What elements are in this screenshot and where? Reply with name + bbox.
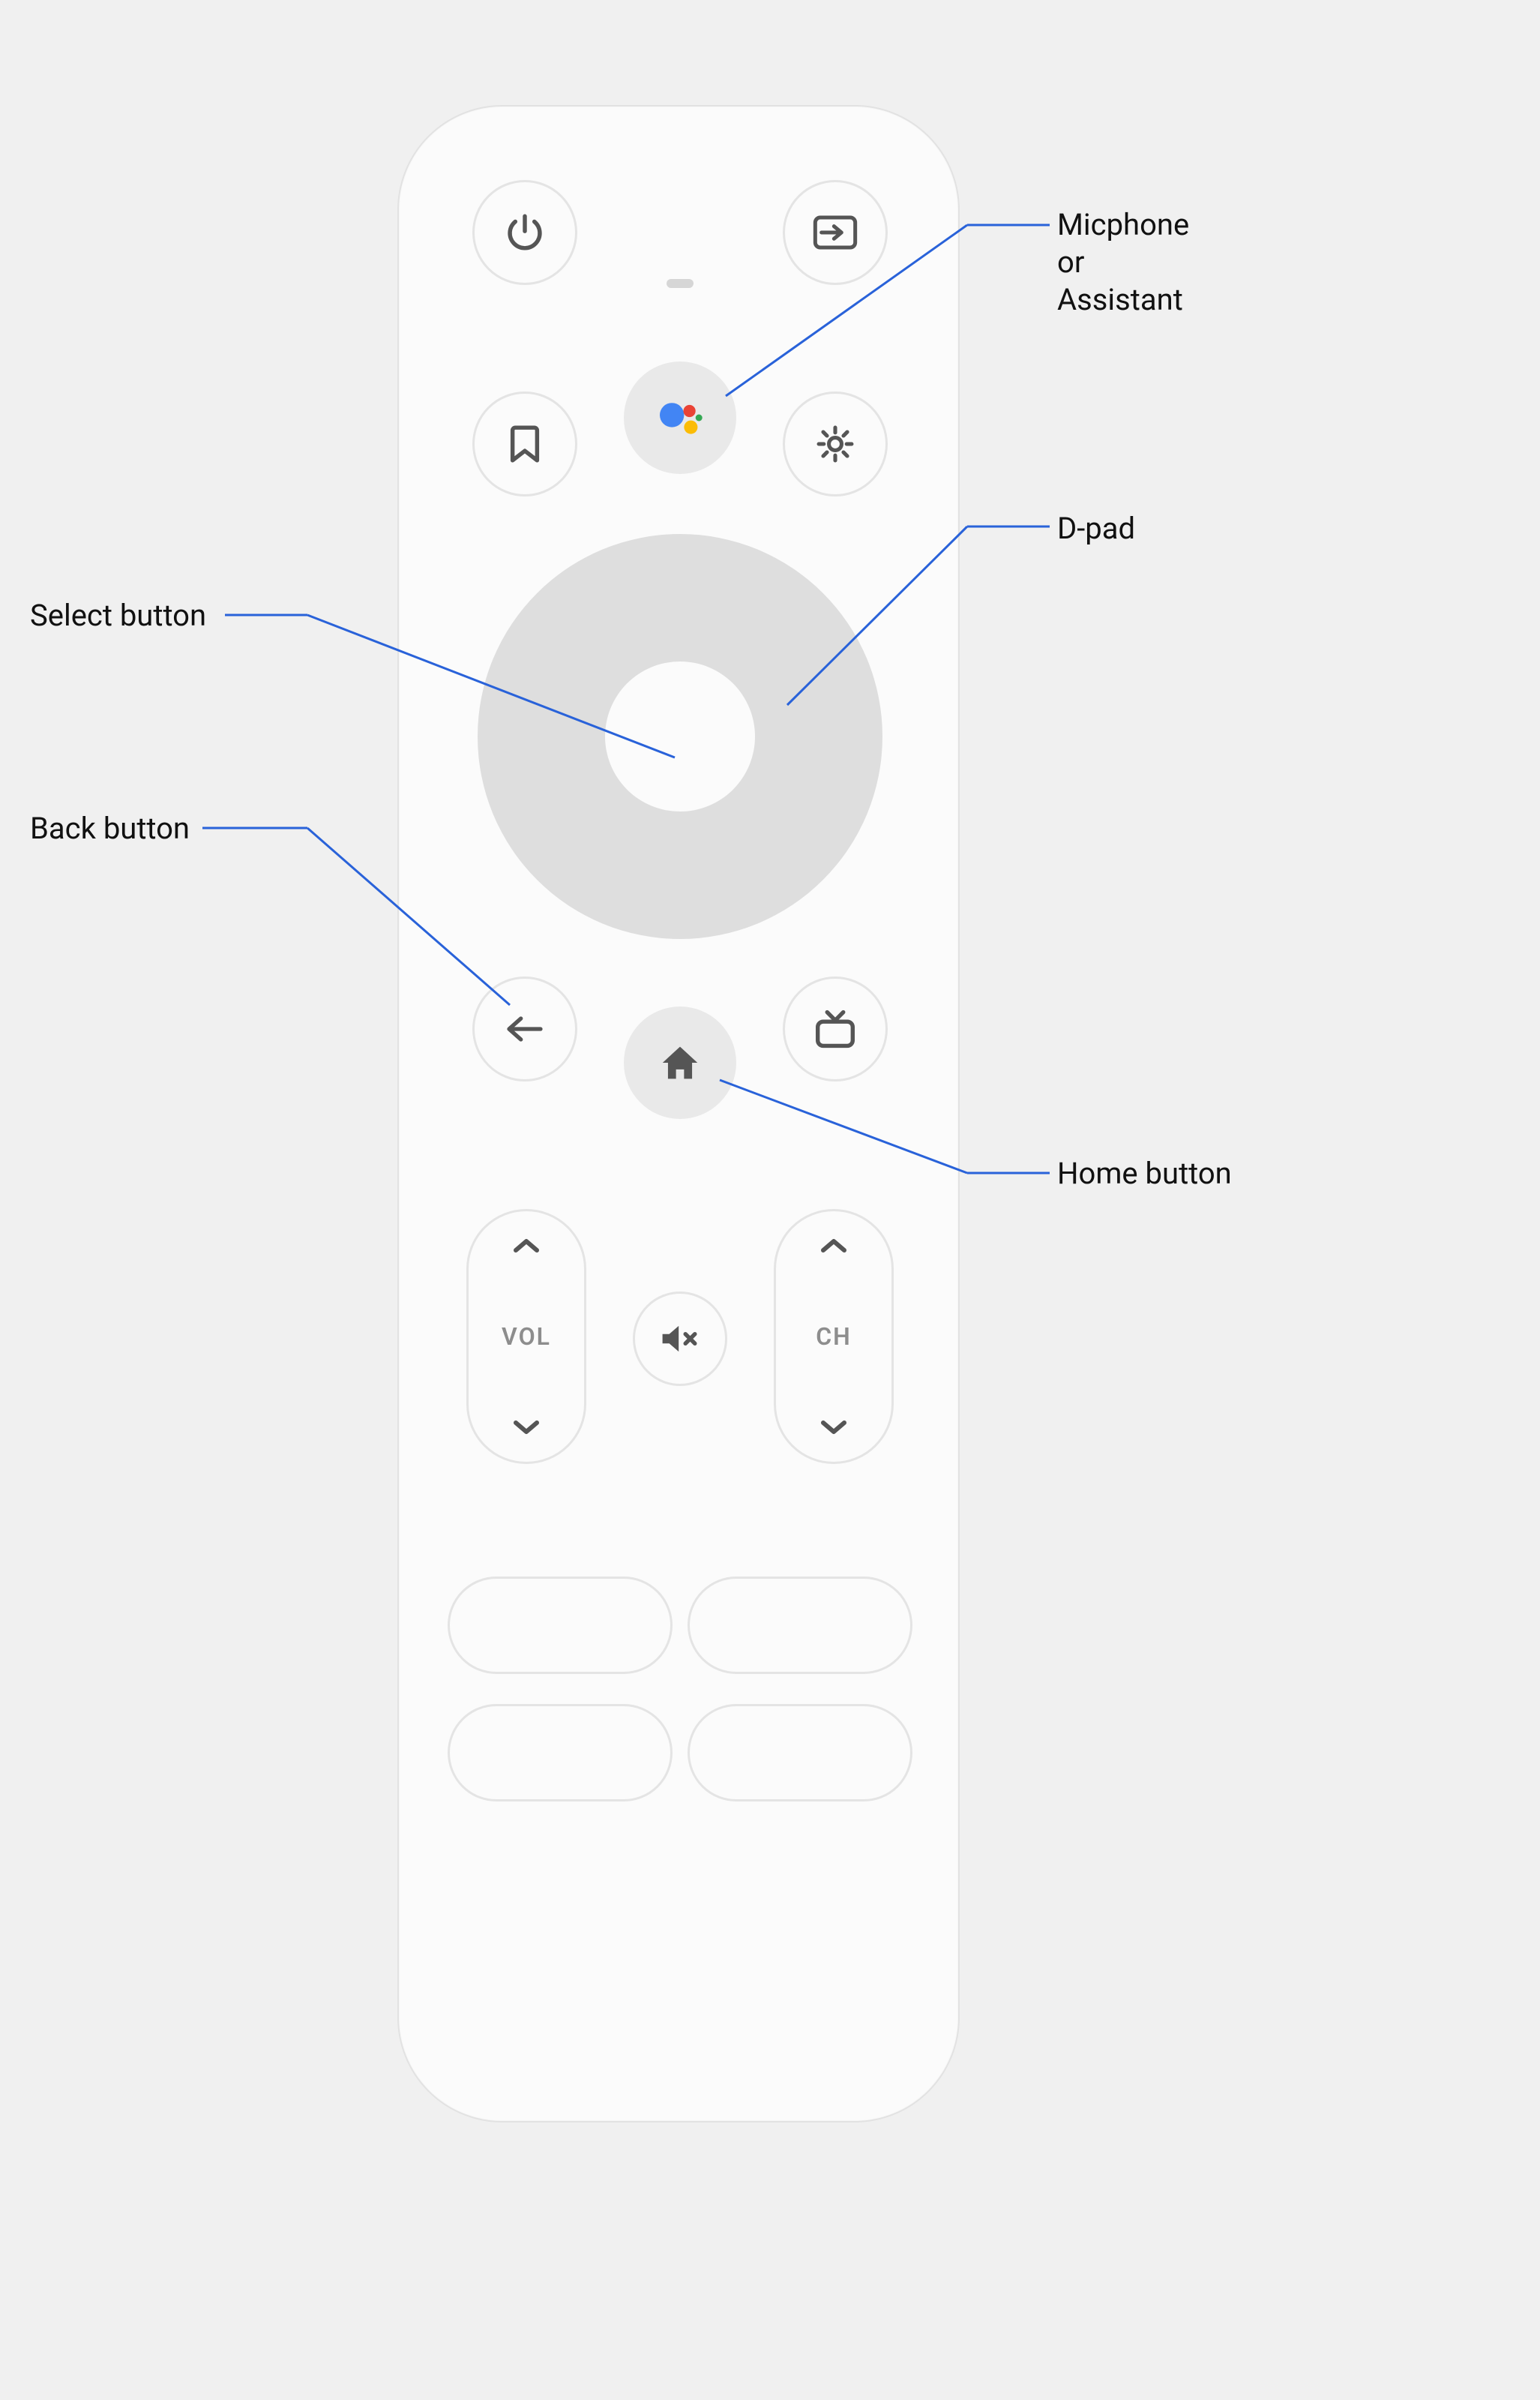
mute-icon [660,1323,700,1354]
input-icon [813,214,858,251]
channel-label: CH [816,1322,852,1351]
channel-rocker[interactable]: CH [774,1209,894,1464]
home-icon [660,1044,700,1082]
annotation-home: Home button [1057,1155,1232,1192]
chevron-up-icon [819,1237,849,1255]
status-led [667,279,694,288]
settings-button[interactable] [783,392,888,496]
annotation-select: Select button [30,597,206,634]
annotation-back: Back button [30,810,190,848]
remote-body: VOL CH [397,105,960,2122]
home-button[interactable] [624,1006,736,1119]
tv-guide-button[interactable] [783,976,888,1082]
volume-label: VOL [502,1322,551,1351]
mute-button[interactable] [633,1292,727,1386]
custom-button-4[interactable] [688,1704,912,1802]
annotation-microphone: Micphone or Assistant [1057,206,1189,319]
back-arrow-icon [504,1012,546,1046]
input-source-button[interactable] [783,180,888,285]
custom-button-1[interactable] [448,1576,673,1674]
chevron-down-icon [819,1418,849,1436]
power-icon [503,211,547,254]
custom-button-3[interactable] [448,1704,673,1802]
power-button[interactable] [472,180,577,285]
chevron-up-icon [511,1237,541,1255]
chevron-down-icon [511,1418,541,1436]
dpad-ring[interactable] [478,534,882,939]
gear-icon [815,424,855,464]
select-button[interactable] [605,662,755,812]
bookmark-button[interactable] [472,392,577,496]
custom-button-2[interactable] [688,1576,912,1674]
back-button[interactable] [472,976,577,1082]
volume-rocker[interactable]: VOL [466,1209,586,1464]
tv-icon [813,1010,857,1048]
assistant-icon [653,391,707,445]
assistant-button[interactable] [624,362,736,474]
annotation-dpad: D-pad [1057,510,1135,548]
bookmark-icon [510,424,540,464]
